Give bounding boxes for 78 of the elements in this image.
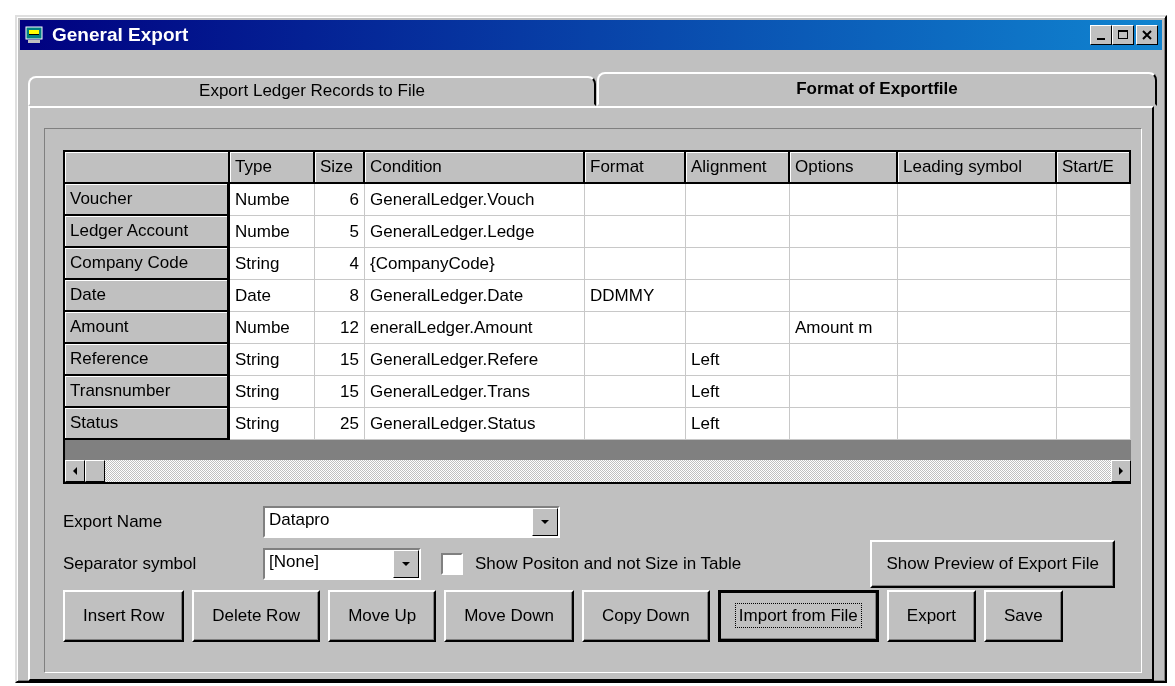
action-button[interactable]: Import from File — [717, 590, 879, 642]
row-header[interactable]: Amount — [65, 312, 230, 344]
table-cell: 15 — [315, 344, 365, 376]
window-title: General Export — [52, 24, 189, 46]
maximize-button[interactable] — [1112, 25, 1134, 45]
table-cell: String — [230, 408, 315, 440]
table-cell: {CompanyCode} — [365, 248, 585, 280]
preview-button[interactable]: Show Preview of Export File — [870, 540, 1115, 588]
left-arrow-icon — [71, 466, 79, 476]
action-button[interactable]: Move Up — [328, 590, 437, 642]
minimize-button[interactable] — [1090, 25, 1112, 45]
action-button[interactable]: Delete Row — [192, 590, 321, 642]
action-button[interactable]: Export — [886, 590, 976, 642]
right-arrow-icon — [1117, 466, 1125, 476]
table-cell: Left — [686, 344, 790, 376]
table-cell: eneralLedger.Amount — [365, 312, 585, 344]
row-header[interactable]: Reference — [65, 344, 230, 376]
tab[interactable]: Export Ledger Records to File — [28, 76, 596, 106]
maximize-icon — [1117, 29, 1129, 41]
row-header[interactable]: Status — [65, 408, 230, 440]
separator-label: Separator symbol — [63, 554, 198, 574]
close-button[interactable] — [1136, 25, 1158, 45]
monitor-icon — [24, 25, 44, 45]
table-cell: GeneralLedger.Trans — [365, 376, 585, 408]
table-cell: GeneralLedger.Status — [365, 408, 585, 440]
table-cell: 15 — [315, 376, 365, 408]
checkbox-label[interactable]: Show Positon and not Size in Table — [475, 554, 742, 574]
column-header[interactable]: Start/E — [1057, 152, 1131, 184]
column-header[interactable]: Options — [790, 152, 898, 184]
scroll-right-button[interactable] — [1111, 460, 1131, 482]
table-cell: Numbe — [230, 216, 315, 248]
table-cell: 8 — [315, 280, 365, 312]
table-cell: String — [230, 344, 315, 376]
scroll-thumb[interactable] — [85, 460, 105, 482]
column-header[interactable]: Condition — [365, 152, 585, 184]
table-cell: Numbe — [230, 312, 315, 344]
table-cell: 25 — [315, 408, 365, 440]
column-header[interactable]: Alignment — [686, 152, 790, 184]
table-cell: DDMMY — [585, 280, 686, 312]
action-button[interactable]: Insert Row — [63, 590, 185, 642]
table-cell: GeneralLedger.Date — [365, 280, 585, 312]
action-button[interactable]: Move Down — [444, 590, 574, 642]
table-cell: Left — [686, 376, 790, 408]
table-cell: Numbe — [230, 184, 315, 216]
row-header[interactable]: Company Code — [65, 248, 230, 280]
table-cell: 12 — [315, 312, 365, 344]
export-name-label: Export Name — [63, 512, 164, 532]
minimize-icon — [1097, 37, 1105, 40]
table-cell: 4 — [315, 248, 365, 280]
table-cell: Date — [230, 280, 315, 312]
scroll-left-button[interactable] — [65, 460, 85, 482]
column-header[interactable]: Type — [230, 152, 315, 184]
table-cell: GeneralLedger.Ledge — [365, 216, 585, 248]
table-cell: String — [230, 248, 315, 280]
dropdown-arrow-icon — [541, 519, 549, 525]
column-header[interactable]: Size — [315, 152, 365, 184]
table-cell: 6 — [315, 184, 365, 216]
table-cell: Left — [686, 408, 790, 440]
action-button[interactable]: Copy Down — [581, 590, 710, 642]
table-cell: GeneralLedger.Vouch — [365, 184, 585, 216]
tab[interactable]: Format of Exportfile — [597, 72, 1157, 106]
export-name-combo[interactable]: Datapro — [263, 506, 560, 538]
column-header[interactable]: Leading symbol — [898, 152, 1057, 184]
dropdown-arrow-icon — [402, 561, 410, 567]
close-icon — [1141, 29, 1153, 41]
checkbox[interactable] — [441, 553, 463, 575]
column-header[interactable]: Format — [585, 152, 686, 184]
table-cell: GeneralLedger.Refere — [365, 344, 585, 376]
table-cell: Amount m — [790, 312, 898, 344]
row-header[interactable]: Transnumber — [65, 376, 230, 408]
table-cell: 5 — [315, 216, 365, 248]
table-cell: String — [230, 376, 315, 408]
action-button[interactable]: Save — [983, 590, 1063, 642]
row-header[interactable]: Voucher — [65, 184, 230, 216]
row-header[interactable]: Date — [65, 280, 230, 312]
row-header[interactable]: Ledger Account — [65, 216, 230, 248]
horizontal-scrollbar[interactable] — [65, 460, 1131, 482]
separator-combo[interactable]: [None] — [263, 548, 421, 580]
